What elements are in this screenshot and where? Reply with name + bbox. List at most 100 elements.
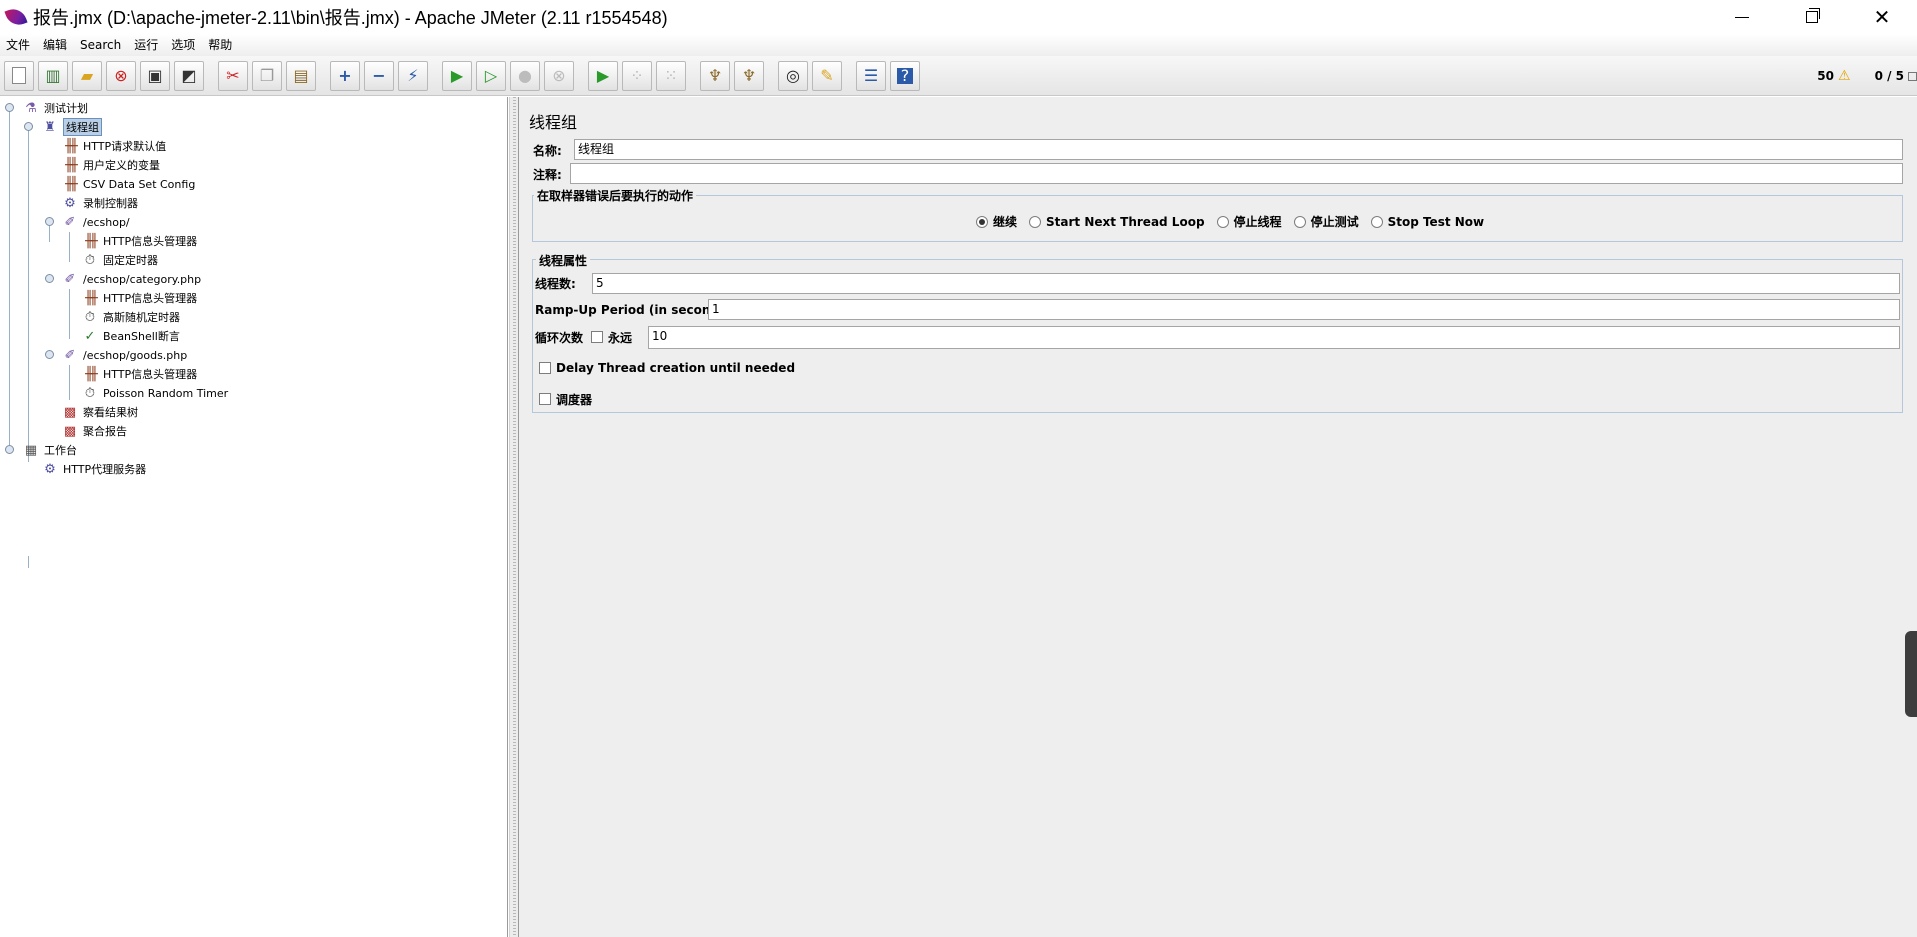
- warning-icon[interactable]: ⚠: [1838, 68, 1851, 84]
- rampup-label: Ramp-Up Period (in seconds):: [535, 302, 737, 317]
- open-button[interactable]: ▰: [72, 60, 102, 91]
- remote-stop-icon: ⁘: [630, 65, 644, 85]
- side-handle[interactable]: [1905, 631, 1917, 717]
- remote-shutdown-all-button[interactable]: ⁙: [656, 60, 686, 91]
- new-button[interactable]: [4, 60, 34, 91]
- tree-node-http-defaults[interactable]: ╫╫ HTTP请求默认值: [61, 137, 166, 155]
- copy-button[interactable]: ❐: [252, 60, 282, 91]
- save-as-image-button[interactable]: ◩: [174, 60, 204, 91]
- menu-file[interactable]: 文件: [0, 34, 37, 56]
- tree-toggle[interactable]: [24, 122, 33, 131]
- restore-button[interactable]: [1777, 0, 1847, 34]
- tree-node-csv-config[interactable]: ╫╫ CSV Data Set Config: [61, 175, 195, 193]
- loop-count-input[interactable]: 10: [648, 326, 1900, 349]
- stop-button[interactable]: ●: [510, 60, 540, 91]
- search-button[interactable]: ◎: [778, 60, 808, 91]
- thread-count-input[interactable]: 5: [592, 273, 1900, 294]
- error-action-title: 在取样器错误后要执行的动作: [534, 187, 697, 204]
- config-element-icon: ╫╫: [85, 290, 98, 306]
- comment-label: 注释:: [533, 167, 562, 182]
- play-no-pause-icon: ▷: [484, 65, 498, 85]
- templates-button[interactable]: ▥: [38, 60, 68, 91]
- radio-icon: [976, 215, 988, 228]
- tree-node-recording-controller[interactable]: ⚙ 录制控制器: [61, 194, 138, 212]
- error-action-options: 继续 Start Next Thread Loop 停止线程 停止测试 Stop…: [976, 213, 1496, 230]
- start-button[interactable]: ▶: [442, 60, 472, 91]
- templates-icon: ▥: [45, 65, 61, 85]
- menu-run[interactable]: 运行: [128, 34, 165, 56]
- cut-button[interactable]: ✂: [218, 60, 248, 91]
- tree-node-thread-group[interactable]: ♜ 线程组: [41, 118, 102, 136]
- timer-icon: ⏱: [84, 252, 96, 268]
- tree-node-aggregate-report[interactable]: ▩ 聚合报告: [61, 422, 127, 440]
- toggle-button[interactable]: ⚡: [398, 60, 428, 91]
- radio-start-next-loop[interactable]: Start Next Thread Loop: [1029, 215, 1205, 229]
- paste-button[interactable]: ▤: [286, 60, 316, 91]
- window-controls: ✕: [1707, 0, 1917, 34]
- delay-thread-checkbox[interactable]: [539, 362, 551, 374]
- expand-all-button[interactable]: +: [330, 60, 360, 91]
- menu-search[interactable]: Search: [74, 34, 128, 56]
- minimize-button[interactable]: [1707, 0, 1777, 34]
- menu-help[interactable]: 帮助: [202, 34, 239, 56]
- tree-node-poisson-timer[interactable]: ⏱ Poisson Random Timer: [81, 384, 228, 402]
- close-icon: ✕: [1873, 5, 1891, 29]
- save-button[interactable]: ▣: [140, 60, 170, 91]
- toggle-icon: ⚡: [407, 65, 419, 85]
- shutdown-icon: ⊗: [552, 65, 566, 85]
- radio-stop-test-now[interactable]: Stop Test Now: [1370, 215, 1484, 229]
- radio-stop-thread[interactable]: 停止线程: [1216, 213, 1282, 230]
- close-file-icon: ⊗: [114, 65, 128, 85]
- tree-node-view-results-tree[interactable]: ▩ 察看结果树: [61, 403, 138, 421]
- comment-input[interactable]: [570, 163, 1903, 184]
- tree-node-sampler-category[interactable]: ✐ /ecshop/category.php: [61, 270, 202, 288]
- start-no-pauses-button[interactable]: ▷: [476, 60, 506, 91]
- toolbar-status: 50 ⚠ 0 / 5: [1817, 56, 1917, 96]
- test-plan-icon: ⚗: [25, 100, 37, 116]
- radio-stop-test[interactable]: 停止测试: [1293, 213, 1359, 230]
- tree-node-header-manager[interactable]: ╫╫ HTTP信息头管理器: [81, 365, 197, 383]
- shutdown-button[interactable]: ⊗: [544, 60, 574, 91]
- tree-node-user-variables[interactable]: ╫╫ 用户定义的变量: [61, 156, 160, 174]
- tree-toggle[interactable]: [5, 103, 14, 112]
- new-file-icon: [12, 67, 26, 84]
- tree-node-http-proxy[interactable]: ⚙ HTTP代理服务器: [41, 460, 146, 478]
- tree-node-header-manager[interactable]: ╫╫ HTTP信息头管理器: [81, 289, 197, 307]
- save-icon: ▣: [147, 65, 163, 85]
- function-helper-button[interactable]: ☰: [856, 60, 886, 91]
- tree-node-constant-timer[interactable]: ⏱ 固定定时器: [81, 251, 158, 269]
- forever-checkbox[interactable]: [591, 331, 604, 343]
- collapse-all-button[interactable]: −: [364, 60, 394, 91]
- tree-toggle[interactable]: [45, 274, 54, 283]
- tree-line: [28, 127, 29, 462]
- clear-button[interactable]: ♆: [700, 60, 730, 91]
- tree-toggle[interactable]: [45, 217, 54, 226]
- help-button[interactable]: ?: [890, 60, 920, 91]
- rampup-input[interactable]: 1: [708, 299, 1900, 320]
- close-file-button[interactable]: ⊗: [106, 60, 136, 91]
- tree-node-workbench[interactable]: ▦ 工作台: [22, 441, 77, 459]
- listener-icon: ▩: [63, 404, 77, 420]
- loop-count-row: 循环次数 永远: [535, 325, 632, 349]
- name-input[interactable]: 线程组: [574, 139, 1903, 160]
- scheduler-checkbox[interactable]: [539, 393, 551, 405]
- tree-node-header-manager[interactable]: ╫╫ HTTP信息头管理器: [81, 232, 197, 250]
- reset-search-button[interactable]: ✎: [812, 60, 842, 91]
- tree-toggle[interactable]: [45, 350, 54, 359]
- tree-toggle[interactable]: [5, 445, 14, 454]
- tree-node-beanshell-assertion[interactable]: ✓ BeanShell断言: [81, 327, 180, 345]
- tree-node-gaussian-timer[interactable]: ⏱ 高斯随机定时器: [81, 308, 180, 326]
- remote-start-all-button[interactable]: ▶: [588, 60, 618, 91]
- workbench-icon: ▦: [24, 442, 38, 458]
- menu-options[interactable]: 选项: [165, 34, 202, 56]
- radio-continue[interactable]: 继续: [976, 213, 1017, 230]
- clear-all-button[interactable]: ♆: [734, 60, 764, 91]
- pane-splitter[interactable]: [509, 97, 519, 937]
- close-button[interactable]: ✕: [1847, 0, 1917, 34]
- radio-icon: [1029, 215, 1042, 228]
- tree-node-sampler-ecshop[interactable]: ✐ /ecshop/: [61, 213, 130, 231]
- tree-node-sampler-goods[interactable]: ✐ /ecshop/goods.php: [61, 346, 188, 364]
- remote-stop-all-button[interactable]: ⁘: [622, 60, 652, 91]
- tree-node-test-plan[interactable]: ⚗ 测试计划: [22, 99, 88, 117]
- menu-edit[interactable]: 编辑: [37, 34, 74, 56]
